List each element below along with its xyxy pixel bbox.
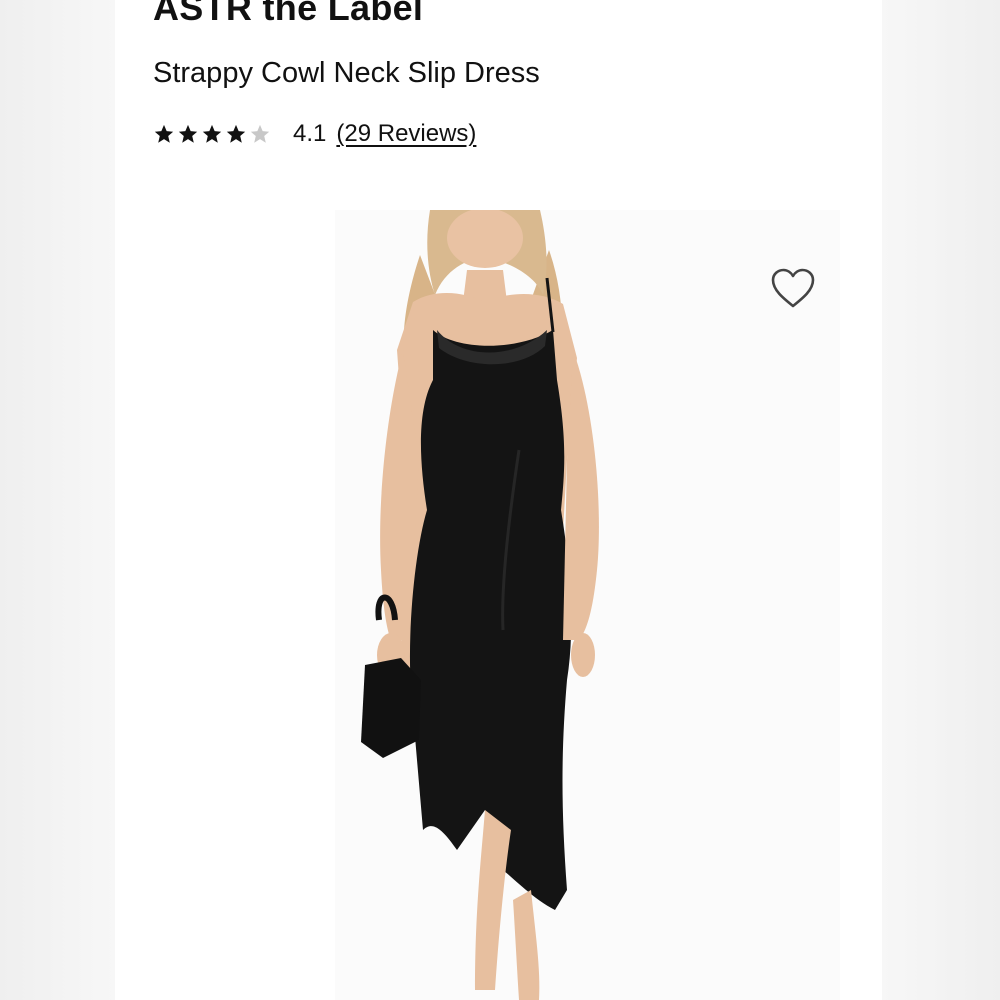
star-rating bbox=[153, 123, 273, 145]
reviews-link[interactable]: (29 Reviews) bbox=[336, 120, 476, 148]
wishlist-heart-icon[interactable] bbox=[769, 266, 817, 310]
rating-value: 4.1 bbox=[293, 120, 327, 147]
star-filled-icon bbox=[178, 124, 198, 143]
screen: ASTR the Label Strappy Cowl Neck Slip Dr… bbox=[0, 0, 1000, 1000]
right-backdrop bbox=[882, 0, 1000, 1000]
star-filled-icon bbox=[202, 124, 222, 143]
star-empty-icon bbox=[250, 124, 270, 143]
rating-row: 4.1 (29 Reviews) bbox=[153, 120, 476, 148]
heart-outline-icon bbox=[771, 268, 815, 308]
product-title: Strappy Cowl Neck Slip Dress bbox=[153, 57, 540, 89]
star-filled-icon bbox=[154, 124, 174, 143]
brand-name[interactable]: ASTR the Label bbox=[153, 0, 423, 29]
star-filled-icon bbox=[226, 124, 246, 143]
left-backdrop bbox=[0, 0, 115, 1000]
product-image[interactable] bbox=[335, 210, 840, 1000]
product-card: ASTR the Label Strappy Cowl Neck Slip Dr… bbox=[115, 0, 882, 1000]
